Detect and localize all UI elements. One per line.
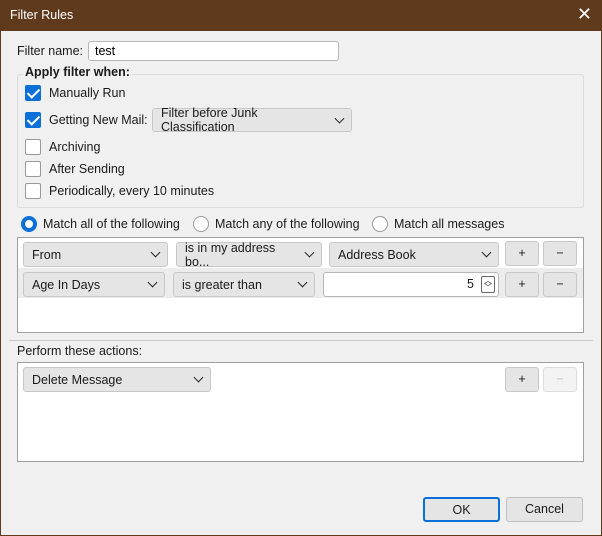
remove-action-button[interactable]: − <box>543 367 577 392</box>
rule-value-select[interactable]: Address Book <box>329 242 499 267</box>
checkbox-icon <box>25 183 41 199</box>
radio-icon <box>21 216 37 232</box>
checkbox-icon <box>25 112 41 128</box>
chevron-down-icon <box>297 277 308 288</box>
checkbox-icon <box>25 85 41 101</box>
junk-classification-select[interactable]: Filter before Junk Classification <box>152 106 352 134</box>
archiving-checkbox[interactable]: Archiving <box>25 139 100 155</box>
apply-heading: Apply filter when: <box>23 65 132 79</box>
chevron-down-icon <box>193 372 204 383</box>
cancel-button[interactable]: Cancel <box>506 497 583 522</box>
actions-list: Delete Message + − <box>17 362 584 462</box>
ok-button[interactable]: OK <box>423 497 500 522</box>
rule-field-select[interactable]: Age In Days <box>23 272 165 297</box>
chevron-down-icon <box>150 247 161 258</box>
remove-rule-button[interactable]: − <box>543 241 577 266</box>
actions-heading: Perform these actions: <box>17 344 143 358</box>
chevron-down-icon <box>304 247 315 258</box>
rule-value-input[interactable]: 5 <box>323 272 499 297</box>
chevron-down-icon <box>147 277 158 288</box>
rule-field-select[interactable]: From <box>23 242 168 267</box>
rule-operator-select[interactable]: is greater than <box>173 272 315 297</box>
manually-run-checkbox[interactable]: Manually Run <box>25 85 125 101</box>
rule-operator-select[interactable]: is in my address bo... <box>176 241 322 269</box>
window-title: Filter Rules <box>10 8 74 22</box>
divider <box>9 340 593 341</box>
spinner-arrows-icon[interactable]: ︿ ﹀ <box>481 276 495 293</box>
dialog-body: Filter name: Apply filter when: Manually… <box>1 31 601 535</box>
filter-name-label: Filter name: <box>17 44 83 58</box>
filter-name-input[interactable] <box>88 41 339 61</box>
radio-icon <box>193 216 209 232</box>
chevron-down-icon <box>334 113 345 123</box>
radio-icon <box>372 216 388 232</box>
add-rule-button[interactable]: + <box>505 272 539 297</box>
action-select[interactable]: Delete Message <box>23 367 211 392</box>
match-all-radio[interactable]: Match all of the following <box>21 216 180 232</box>
rules-list: From is in my address bo... Address Book… <box>17 237 584 333</box>
match-any-radio[interactable]: Match any of the following <box>193 216 360 232</box>
remove-rule-button[interactable]: − <box>543 272 577 297</box>
match-all-messages-radio[interactable]: Match all messages <box>372 216 504 232</box>
getting-new-mail-checkbox[interactable]: Getting New Mail: <box>25 112 148 128</box>
periodically-checkbox[interactable]: Periodically, every 10 minutes <box>25 183 214 199</box>
checkbox-icon <box>25 161 41 177</box>
checkbox-icon <box>25 139 41 155</box>
chevron-down-icon <box>481 247 492 258</box>
add-rule-button[interactable]: + <box>505 241 539 266</box>
title-bar: Filter Rules ✕ <box>0 0 602 31</box>
after-sending-checkbox[interactable]: After Sending <box>25 161 125 177</box>
close-icon[interactable]: ✕ <box>577 4 592 25</box>
add-action-button[interactable]: + <box>505 367 539 392</box>
